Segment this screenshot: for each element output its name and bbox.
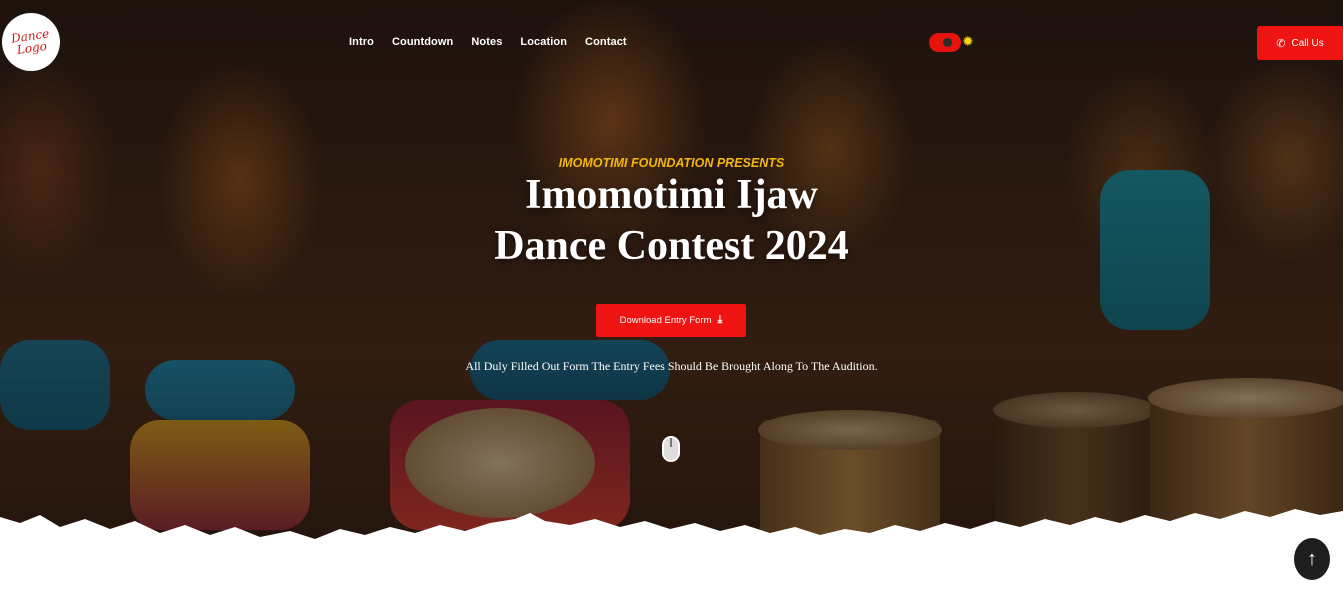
hero-title-line1: Imomotimi Ijaw	[525, 172, 818, 218]
call-us-button[interactable]: ✆ Call Us	[1257, 26, 1343, 60]
download-entry-form-button[interactable]: Download Entry Form ⤓	[596, 304, 746, 337]
arrow-up-icon: ↑	[1307, 547, 1317, 570]
theme-toggle[interactable]	[929, 33, 961, 52]
sun-icon: ✹	[962, 33, 974, 49]
scroll-to-top-button[interactable]: ↑	[1294, 538, 1330, 580]
toggle-knob	[943, 38, 952, 47]
phone-icon: ✆	[1276, 37, 1286, 50]
nav-item-countdown[interactable]: Countdown	[392, 36, 453, 48]
main-nav: Intro Countdown Notes Location Contact	[349, 36, 645, 48]
hero-kicker: IMOMOTIMI FOUNDATION PRESENTS	[558, 156, 785, 170]
call-us-label: Call Us	[1291, 37, 1324, 49]
mouse-icon[interactable]	[662, 436, 680, 462]
hero-title-line2: Dance Contest 2024	[494, 223, 849, 269]
hero-section	[0, 0, 1343, 590]
nav-item-notes[interactable]: Notes	[471, 36, 502, 48]
nav-item-location[interactable]: Location	[520, 36, 567, 48]
hero-note: All Duly Filled Out Form The Entry Fees …	[465, 359, 878, 373]
download-icon: ⤓	[717, 314, 723, 326]
hero-title: Imomotimi Ijaw Dance Contest 2024	[0, 170, 1343, 272]
download-button-label: Download Entry Form	[619, 315, 712, 326]
nav-item-contact[interactable]: Contact	[585, 36, 627, 48]
torn-paper-edge	[0, 509, 1343, 590]
nav-item-intro[interactable]: Intro	[349, 36, 374, 48]
